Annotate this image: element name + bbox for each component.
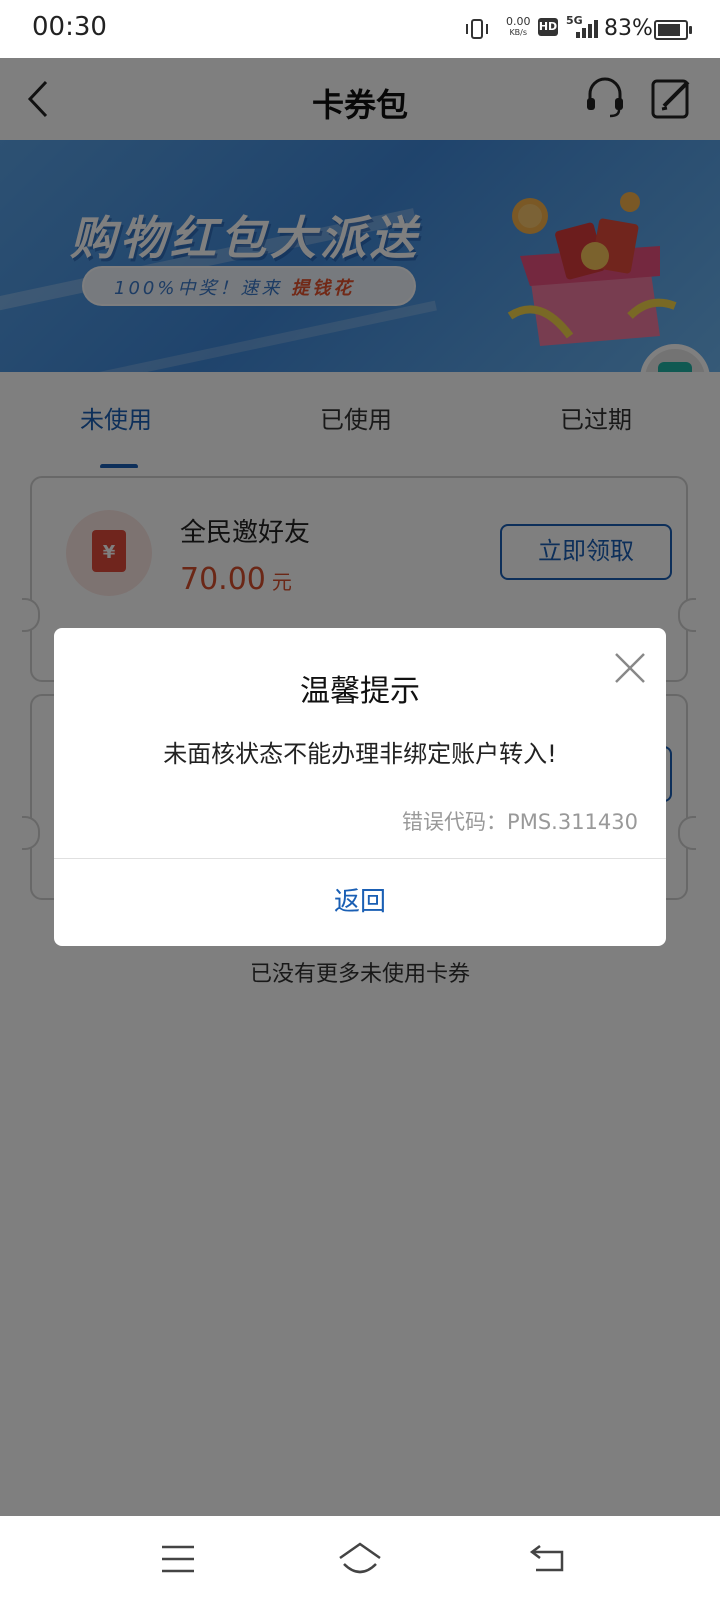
close-icon[interactable] bbox=[610, 648, 650, 688]
system-nav-bar bbox=[0, 1516, 720, 1600]
vibrate-icon bbox=[466, 19, 488, 39]
return-button[interactable]: 返回 bbox=[54, 859, 666, 946]
battery-percent: 83% bbox=[604, 16, 653, 41]
net-speed-value: 0.00 bbox=[506, 15, 531, 28]
home-icon[interactable] bbox=[336, 1540, 384, 1576]
net-speed-unit: KB/s bbox=[509, 28, 528, 37]
dialog-message: 未面核状态不能办理非绑定账户转入! bbox=[163, 740, 557, 768]
hd-badge: HD bbox=[538, 18, 558, 36]
menu-icon[interactable] bbox=[160, 1544, 196, 1574]
dialog-title: 温馨提示 bbox=[300, 674, 420, 709]
signal-icon bbox=[576, 20, 598, 38]
net-speed: 0.00 KB/s bbox=[506, 16, 531, 38]
status-bar: 00:30 0.00 KB/s HD 5G 83% bbox=[0, 0, 720, 58]
error-code: 错误代码：PMS.311430 bbox=[402, 810, 638, 834]
status-time: 00:30 bbox=[32, 12, 107, 42]
back-icon[interactable] bbox=[528, 1542, 568, 1574]
alert-dialog: 温馨提示 未面核状态不能办理非绑定账户转入! 错误代码：PMS.311430 返… bbox=[54, 628, 666, 946]
battery-icon bbox=[654, 20, 692, 40]
